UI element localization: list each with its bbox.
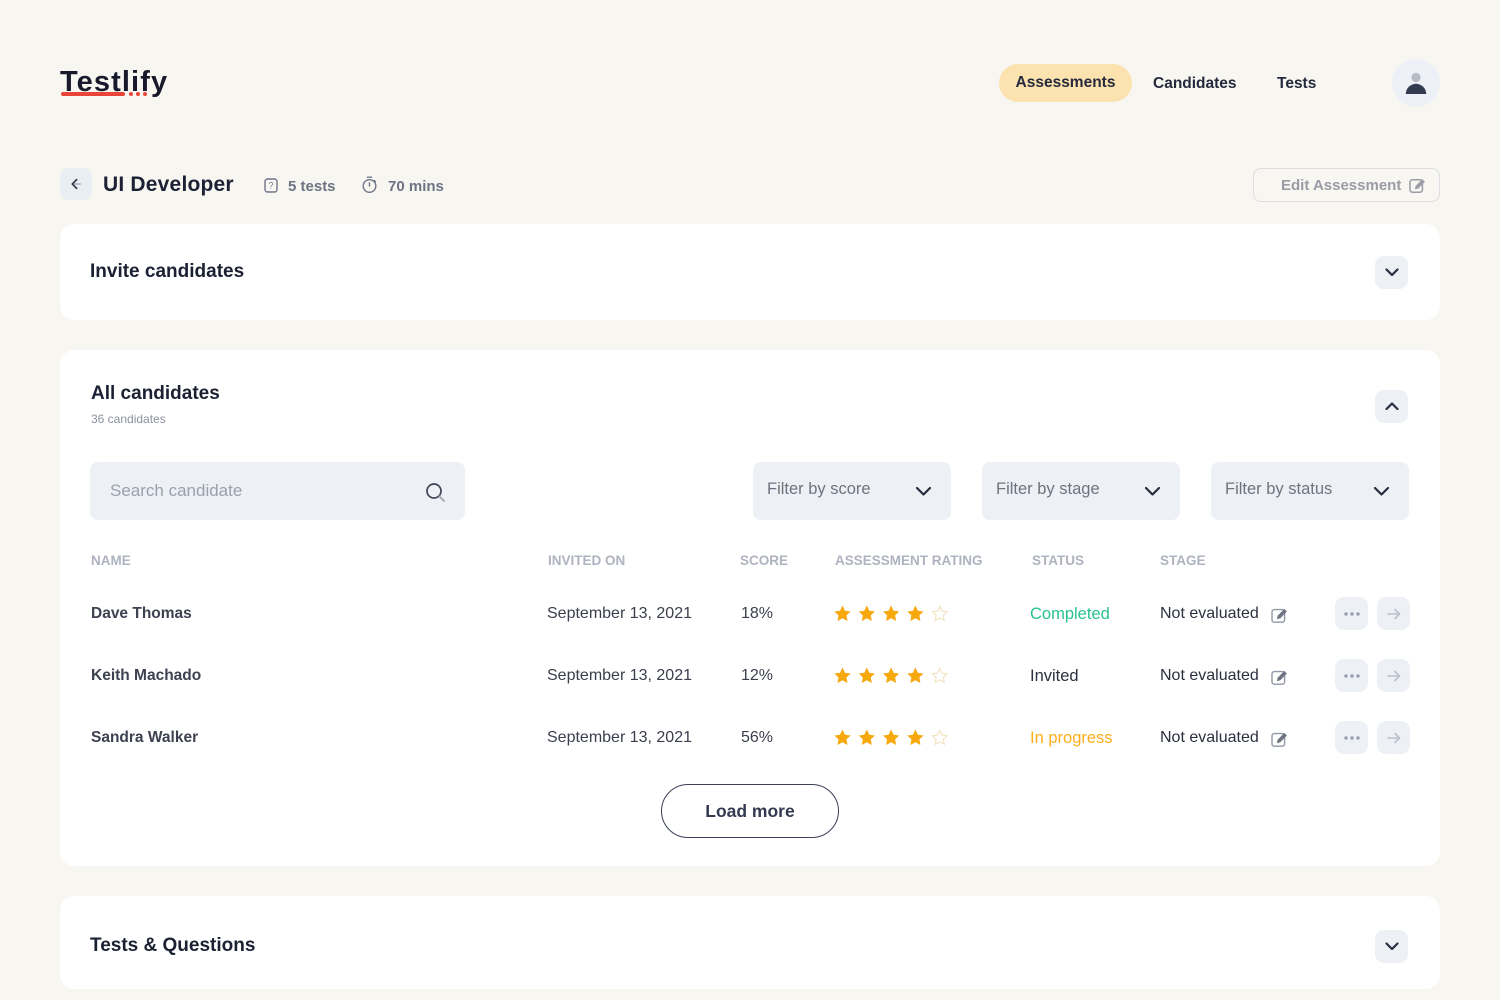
svg-text:?: ? — [268, 181, 273, 191]
